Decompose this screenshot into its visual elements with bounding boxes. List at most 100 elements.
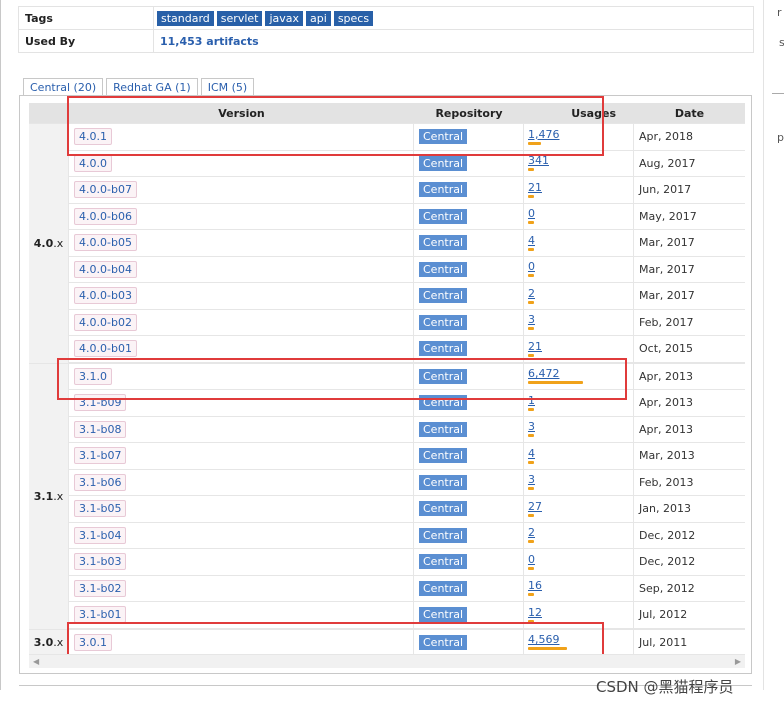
usages-link[interactable]: 1: [528, 394, 535, 407]
version-link[interactable]: 3.1-b04: [74, 526, 127, 544]
usages-cell: 16: [524, 575, 634, 601]
usages-cell: 0: [524, 549, 634, 575]
used-by-link[interactable]: 11,453 artifacts: [157, 35, 259, 48]
usages-link[interactable]: 0: [528, 208, 535, 220]
version-group: 3.1 .x 3.1.0 Central 6,472 Apr, 2013 3.1-b09 Ce…: [29, 362, 745, 629]
scroll-left-icon[interactable]: ◀: [33, 657, 39, 666]
usages-link[interactable]: 0: [528, 553, 535, 566]
tag-specs[interactable]: specs: [333, 10, 374, 26]
repository-badge[interactable]: Central: [419, 208, 468, 224]
repository-badge[interactable]: Central: [419, 368, 468, 384]
usage-bar: [528, 353, 534, 357]
date-cell: Sep, 2012: [639, 581, 695, 595]
version-link[interactable]: 3.1-b01: [74, 606, 127, 624]
repository-badge[interactable]: Central: [419, 261, 468, 277]
usages-link[interactable]: 12: [528, 606, 542, 619]
tag-servlet[interactable]: servlet: [216, 10, 263, 26]
artifact-info-table: Tags standard servlet javax api specs Used B…: [18, 6, 754, 53]
usages-link[interactable]: 21: [528, 340, 542, 353]
repository-badge[interactable]: Central: [419, 554, 468, 570]
usage-bar: [528, 141, 541, 145]
repository-badge[interactable]: Central: [419, 341, 468, 357]
repository-badge[interactable]: Central: [419, 129, 468, 145]
repository-badge[interactable]: Central: [419, 235, 468, 251]
header-usages: Usages: [571, 106, 616, 120]
usages-link[interactable]: 3: [528, 314, 535, 326]
date-cell: Mar, 2013: [639, 449, 695, 463]
repository-badge[interactable]: Central: [419, 314, 468, 330]
table-row: 4.0.0-b05 Central 4 Mar, 2017: [69, 230, 745, 257]
tab-0[interactable]: Central (20): [23, 78, 104, 96]
tab-2[interactable]: ICM (5): [200, 78, 255, 95]
repository-badge[interactable]: Central: [419, 474, 468, 490]
usages-link[interactable]: 4,569: [528, 634, 560, 646]
version-link[interactable]: 3.1-b06: [74, 473, 127, 491]
version-link[interactable]: 3.1.0: [74, 367, 112, 385]
usages-link[interactable]: 3: [528, 474, 535, 486]
tag-standard[interactable]: standard: [157, 10, 214, 26]
repository-cell: Central: [414, 309, 524, 335]
usages-link[interactable]: 1,476: [528, 128, 560, 141]
version-link[interactable]: 3.0.1: [74, 633, 112, 651]
repository-badge[interactable]: Central: [419, 288, 468, 304]
version-link[interactable]: 4.0.0-b04: [74, 260, 137, 278]
version-link[interactable]: 4.0.1: [74, 128, 112, 146]
repository-badge[interactable]: Central: [419, 580, 468, 596]
usages-cell: 6,472: [524, 363, 634, 389]
version-link[interactable]: 4.0.0-b03: [74, 287, 137, 305]
version-link[interactable]: 3.1-b02: [74, 579, 127, 597]
usages-link[interactable]: 16: [528, 580, 542, 592]
repository-badge[interactable]: Central: [419, 155, 468, 171]
version-link[interactable]: 3.1-b08: [74, 420, 127, 438]
repository-badge[interactable]: Central: [419, 607, 468, 623]
usages-link[interactable]: 4: [528, 447, 535, 460]
usages-link[interactable]: 2: [528, 287, 535, 300]
version-link[interactable]: 3.1-b09: [74, 394, 127, 412]
tab-1[interactable]: Redhat GA (1): [106, 78, 198, 95]
version-cell: 4.0.0: [69, 150, 414, 176]
table-row: 4.0.0-b07 Central 21 Jun, 2017: [69, 177, 745, 204]
repository-badge[interactable]: Central: [419, 448, 468, 464]
table-row: 4.0.0-b04 Central 0 Mar, 2017: [69, 256, 745, 283]
version-link[interactable]: 3.1-b07: [74, 447, 127, 465]
usages-link[interactable]: 4: [528, 234, 535, 247]
tag-api[interactable]: api: [306, 10, 331, 26]
version-link[interactable]: 3.1-b03: [74, 553, 127, 571]
repository-badge[interactable]: Central: [419, 421, 468, 437]
usages-link[interactable]: 3: [528, 421, 535, 433]
version-link[interactable]: 4.0.0-b07: [74, 181, 137, 199]
repository-badge[interactable]: Central: [419, 501, 468, 517]
repository-badge[interactable]: Central: [419, 182, 468, 198]
version-cell: 3.1-b04: [69, 522, 414, 548]
version-cell: 3.1-b07: [69, 443, 414, 469]
table-row: 3.1-b08 Central 3 Apr, 2013: [69, 416, 745, 443]
usages-link[interactable]: 341: [528, 155, 549, 167]
repository-badge[interactable]: Central: [419, 395, 468, 411]
header-date: Date: [674, 106, 705, 120]
date-cell: Apr, 2018: [639, 130, 694, 144]
usages-link[interactable]: 6,472: [528, 368, 560, 380]
usages-link[interactable]: 27: [528, 500, 542, 513]
scroll-right-icon[interactable]: ▶: [735, 657, 741, 666]
version-link[interactable]: 4.0.0-b05: [74, 234, 137, 252]
usages-link[interactable]: 21: [528, 181, 542, 194]
repository-badge[interactable]: Central: [419, 634, 468, 650]
usages-cell: 4,569: [524, 629, 634, 655]
version-link[interactable]: 4.0.0-b02: [74, 313, 137, 331]
repository-cell: Central: [414, 177, 524, 203]
tag-javax[interactable]: javax: [265, 10, 304, 26]
usages-cell: 4: [524, 443, 634, 469]
usages-link[interactable]: 0: [528, 261, 535, 273]
repository-badge[interactable]: Central: [419, 527, 468, 543]
version-link[interactable]: 4.0.0-b06: [74, 207, 137, 225]
usages-link[interactable]: 2: [528, 527, 535, 539]
version-link[interactable]: 4.0.0: [74, 154, 112, 172]
group-label: 4.0 .x: [29, 124, 69, 363]
horizontal-scrollbar[interactable]: ◀ ▶: [29, 654, 745, 668]
version-link[interactable]: 3.1-b05: [74, 500, 127, 518]
usage-bar: [528, 647, 567, 651]
table-row: 4.0.0-b03 Central 2 Mar, 2017: [69, 283, 745, 310]
version-link[interactable]: 4.0.0-b01: [74, 340, 137, 358]
table-row: 3.1.0 Central 6,472 Apr, 2013: [69, 363, 745, 390]
repository-cell: Central: [414, 549, 524, 575]
